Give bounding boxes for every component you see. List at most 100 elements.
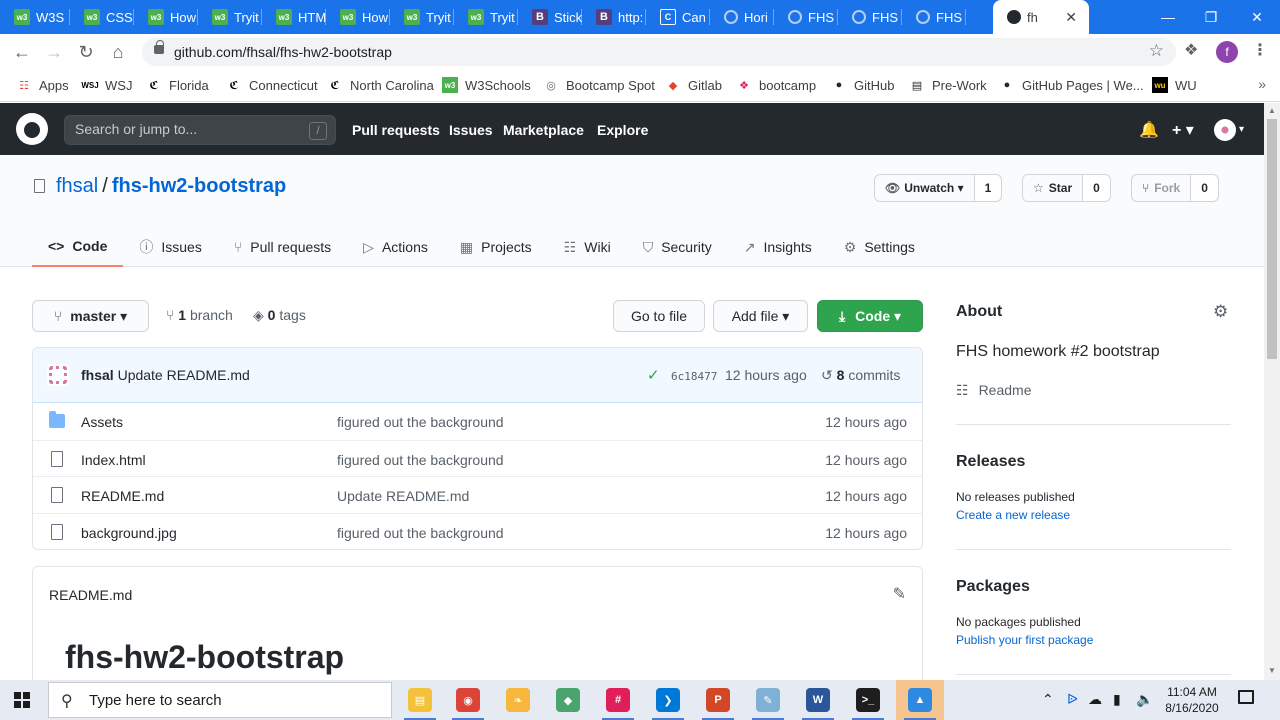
page-scrollbar[interactable]: ▲ ▼: [1264, 103, 1280, 680]
repo-owner-link[interactable]: fhsal: [56, 175, 98, 197]
commit-author-avatar[interactable]: [47, 364, 69, 386]
file-name-link[interactable]: Assets: [81, 414, 123, 430]
commits-history-link[interactable]: ↺ 8 commits: [821, 367, 900, 384]
restore-button[interactable]: ❐: [1188, 0, 1234, 34]
browser-tab[interactable]: w3 Tryit: [390, 0, 454, 34]
browser-tab[interactable]: Hori: [710, 0, 774, 34]
address-bar[interactable]: github.com/fhsal/fhs-hw2-bootstrap ☆: [142, 38, 1176, 66]
file-row[interactable]: README.md Update README.md 12 hours ago: [33, 476, 922, 513]
browser-tab[interactable]: w3 How: [326, 0, 390, 34]
bookmark-item[interactable]: ▤ Pre-Work: [909, 77, 987, 93]
powerpoint-taskbar-button[interactable]: P: [694, 680, 742, 720]
bookmark-item[interactable]: ◎ Bootcamp Spot: [543, 77, 655, 93]
repo-name-link[interactable]: fhs-hw2-bootstrap: [112, 175, 286, 197]
avatar-dropdown-caret-icon[interactable]: ▾: [1239, 124, 1244, 135]
commit-author[interactable]: fhsal: [81, 367, 114, 383]
genie-taskbar-button[interactable]: ❧: [494, 680, 542, 720]
bookmark-item[interactable]: ℭ Connecticut: [226, 77, 317, 93]
minimize-button[interactable]: —: [1145, 0, 1191, 34]
watch-button[interactable]: 👁 Unwatch ▾: [875, 175, 975, 201]
bluetooth-icon[interactable]: ᐉ: [1067, 691, 1078, 708]
tab-code[interactable]: <> Code: [32, 227, 124, 267]
star-button-group[interactable]: ☆ Star 0: [1022, 174, 1111, 202]
check-icon[interactable]: ✓: [647, 366, 660, 384]
nav-marketplace[interactable]: Marketplace: [503, 122, 584, 138]
bookmark-item[interactable]: ◆ Gitlab: [665, 77, 722, 93]
profile-avatar[interactable]: f: [1216, 41, 1238, 63]
add-file-button[interactable]: Add file ▾: [713, 300, 808, 332]
fork-button[interactable]: ⑂ Fork: [1132, 175, 1192, 201]
readme-sidebar-link[interactable]: ☷ Readme: [956, 382, 1031, 399]
file-commit-message-link[interactable]: figured out the background: [337, 525, 504, 541]
github-search[interactable]: /: [64, 115, 336, 145]
tab-wiki[interactable]: ☷ Wiki: [548, 227, 627, 267]
gitkraken-taskbar-button[interactable]: ◆: [544, 680, 592, 720]
publish-package-link[interactable]: Publish your first package: [956, 633, 1093, 647]
browser-tab[interactable]: w3 How: [134, 0, 198, 34]
file-name-link[interactable]: Index.html: [81, 452, 146, 468]
bookmark-item[interactable]: wu WU: [1152, 77, 1197, 93]
browser-tab[interactable]: FHS: [774, 0, 838, 34]
file-commit-message-link[interactable]: figured out the background: [337, 414, 504, 430]
windows-search-input[interactable]: [89, 692, 379, 709]
star-button[interactable]: ☆ Star: [1023, 175, 1084, 201]
file-row[interactable]: background.jpg figured out the background…: [33, 512, 922, 550]
terminal-taskbar-button[interactable]: >_: [844, 680, 892, 720]
commit-message[interactable]: Update README.md: [118, 367, 250, 383]
windows-start-icon[interactable]: [14, 692, 30, 708]
browser-tab[interactable]: FHS: [838, 0, 902, 34]
scrollbar-thumb[interactable]: [1267, 119, 1277, 359]
close-window-button[interactable]: ✕: [1234, 0, 1280, 34]
create-new-menu[interactable]: + ▾: [1172, 120, 1194, 140]
fork-button-group[interactable]: ⑂ Fork 0: [1131, 174, 1219, 202]
browser-tab[interactable]: B Stick: [518, 0, 582, 34]
browser-tab[interactable]: w3 CSS: [70, 0, 134, 34]
file-commit-message-link[interactable]: figured out the background: [337, 452, 504, 468]
releases-heading[interactable]: Releases: [956, 453, 1025, 471]
word-taskbar-button[interactable]: W: [794, 680, 842, 720]
tab-projects[interactable]: ▦ Projects: [444, 227, 548, 267]
bookmark-item[interactable]: ● GitHub Pages | We...: [999, 77, 1144, 93]
scroll-down-arrow-icon[interactable]: ▼: [1267, 666, 1277, 675]
scroll-up-arrow-icon[interactable]: ▲: [1267, 106, 1277, 115]
forward-icon[interactable]: →: [42, 40, 66, 64]
browser-tab[interactable]: FHS: [902, 0, 966, 34]
create-release-link[interactable]: Create a new release: [956, 508, 1070, 522]
tab-issues[interactable]: ⓘ Issues: [123, 227, 217, 267]
fork-count[interactable]: 0: [1191, 175, 1218, 201]
watch-count[interactable]: 1: [974, 175, 1002, 201]
bookmarks-overflow-icon[interactable]: »: [1258, 76, 1266, 92]
browser-tab[interactable]: w3 W3S: [0, 0, 70, 34]
address-url[interactable]: github.com/fhsal/fhs-hw2-bootstrap: [174, 44, 392, 60]
bookmark-item[interactable]: w3 W3Schools: [442, 77, 531, 93]
star-count[interactable]: 0: [1083, 175, 1110, 201]
file-name-link[interactable]: README.md: [81, 488, 164, 504]
tray-chevron-icon[interactable]: ⌃: [1042, 691, 1054, 708]
notepad-taskbar-button[interactable]: ✎: [744, 680, 792, 720]
back-icon[interactable]: ←: [10, 40, 34, 64]
browser-tab[interactable]: w3 Tryit: [454, 0, 518, 34]
github-search-input[interactable]: [75, 121, 295, 137]
tab-settings[interactable]: ⚙ Settings: [828, 227, 931, 267]
new-tab-button[interactable]: +: [1068, 4, 1092, 28]
bookmark-item[interactable]: ℭ North Carolina: [327, 77, 433, 93]
photos-taskbar-button[interactable]: ▲: [896, 680, 944, 720]
chrome-menu-icon[interactable]: ⋮: [1252, 40, 1268, 60]
home-icon[interactable]: ⌂: [106, 40, 130, 64]
user-avatar[interactable]: [1214, 119, 1236, 141]
windows-search-box[interactable]: ⚲: [48, 682, 392, 718]
file-name-link[interactable]: background.jpg: [81, 525, 177, 541]
reload-icon[interactable]: ↻: [74, 40, 98, 64]
tab-pull-requests[interactable]: ⑂ Pull requests: [218, 227, 347, 267]
edit-pencil-icon[interactable]: ✎: [893, 584, 906, 604]
battery-icon[interactable]: ▮: [1113, 691, 1121, 708]
volume-icon[interactable]: 🔈: [1136, 691, 1153, 708]
go-to-file-button[interactable]: Go to file: [613, 300, 705, 332]
file-row[interactable]: Index.html figured out the background 12 h…: [33, 439, 922, 477]
nav-pull-requests[interactable]: Pull requests: [352, 122, 440, 138]
bookmark-star-icon[interactable]: ☆: [1149, 41, 1164, 61]
browser-tab[interactable]: w3 HTM: [262, 0, 326, 34]
browser-tab[interactable]: C Can: [646, 0, 710, 34]
chrome-taskbar-button[interactable]: ◉: [444, 680, 492, 720]
nav-explore[interactable]: Explore: [597, 122, 648, 138]
